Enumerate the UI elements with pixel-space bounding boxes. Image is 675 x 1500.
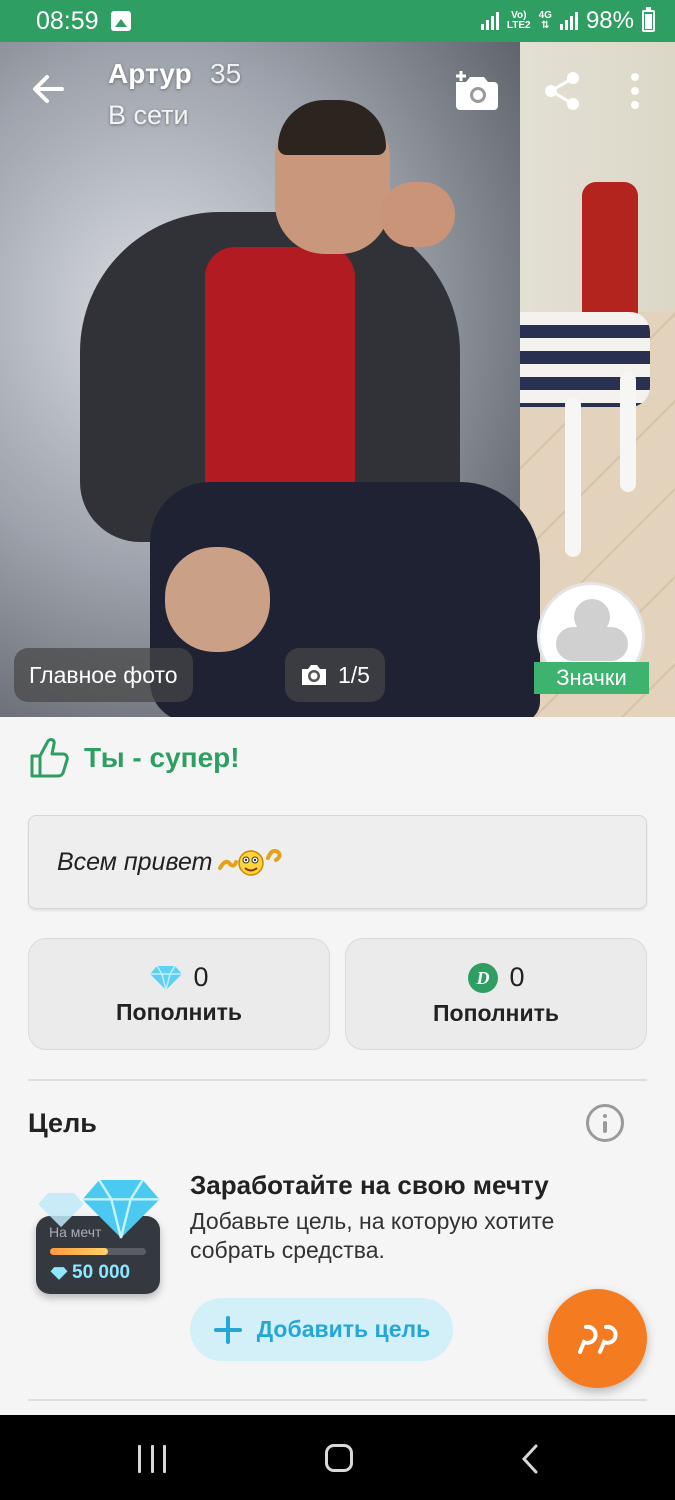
- photo-extinguisher: [582, 182, 638, 322]
- goal-card-progress-fill: [50, 1248, 108, 1255]
- network-type-indicator: 4G ⇅: [538, 10, 552, 31]
- goal-headline: Заработайте на свою мечту: [190, 1170, 549, 1200]
- back-arrow-icon[interactable]: [26, 66, 72, 112]
- volte-indicator: Vo) LTE2: [507, 11, 531, 31]
- camera-icon: [302, 665, 326, 685]
- badges-button[interactable]: Значки: [534, 582, 649, 694]
- goal-card-progress: [50, 1248, 146, 1255]
- online-status: В сети: [108, 100, 189, 130]
- diamond-icon: [150, 965, 183, 990]
- image-notification-icon: [110, 11, 131, 31]
- diamond-topup-label: Пополнить: [116, 999, 242, 1025]
- photo-counter[interactable]: 1/5: [285, 648, 385, 702]
- recent-apps-icon[interactable]: [138, 1445, 166, 1473]
- photo-chair-leg: [565, 397, 581, 557]
- status-bar: 08:59 Vo) LTE2 4G ⇅ 98%: [0, 0, 675, 42]
- coin-topup-label: Пополнить: [433, 999, 559, 1026]
- signal-icon-2: [559, 12, 578, 30]
- photo-chair-leg: [620, 372, 636, 492]
- coin-balance: D 0: [467, 962, 525, 994]
- big-diamond-icon: [82, 1179, 160, 1239]
- battery-icon: [642, 7, 655, 32]
- profile-top-bar: Артур 35 В сети: [0, 42, 675, 142]
- badges-label: Значки: [534, 662, 649, 694]
- more-options-icon[interactable]: [620, 70, 650, 112]
- compliment-fab[interactable]: [548, 1289, 647, 1388]
- battery-percent: 98%: [585, 7, 634, 34]
- compliment-row[interactable]: Ты - супер!: [28, 736, 240, 780]
- coin-balance-value: 0: [509, 962, 525, 992]
- photo-person-hand-face: [380, 182, 455, 247]
- nav-back-icon[interactable]: [518, 1443, 542, 1475]
- home-icon[interactable]: [325, 1444, 353, 1472]
- user-name: Артур: [108, 58, 192, 89]
- goal-card-amount-value: 50 000: [72, 1262, 131, 1283]
- svg-text:D: D: [476, 968, 490, 988]
- lte-label: LTE2: [506, 20, 531, 31]
- status-indicators: Vo) LTE2 4G ⇅ 98%: [480, 7, 655, 35]
- thumbs-up-icon: [30, 738, 69, 778]
- compliment-text: Ты - супер!: [84, 742, 240, 773]
- small-diamond-icon: [38, 1192, 84, 1228]
- diamond-balance-value: 0: [193, 962, 209, 992]
- quote-icon: [577, 1324, 618, 1354]
- info-icon[interactable]: [586, 1104, 624, 1142]
- section-divider: [28, 1399, 647, 1401]
- system-nav-bar: [0, 1415, 675, 1500]
- photo-person-hand: [165, 547, 270, 652]
- about-text: Всем привет: [57, 847, 213, 876]
- about-text-box: Всем привет: [28, 815, 647, 909]
- diamond-balance: 0: [149, 962, 209, 993]
- user-age: 35: [210, 58, 242, 89]
- add-photo-icon[interactable]: [452, 70, 500, 112]
- share-icon[interactable]: [542, 70, 582, 112]
- diamond-icon: [50, 1266, 68, 1280]
- section-divider: [28, 1079, 647, 1081]
- add-goal-button[interactable]: Добавить цель: [190, 1298, 453, 1361]
- diamond-wallet-button[interactable]: 0 Пополнить: [28, 938, 330, 1050]
- coin-wallet-button[interactable]: D 0 Пополнить: [345, 938, 647, 1050]
- goal-description: Добавьте цель, на которую хотите собрать…: [190, 1208, 555, 1263]
- signal-icon: [480, 12, 499, 30]
- photo-person-shirt: [205, 247, 355, 517]
- d-coin-icon: D: [468, 962, 499, 993]
- goal-card-amount: 50 000: [50, 1262, 130, 1284]
- main-photo-badge: Главное фото: [14, 648, 193, 702]
- status-time: 08:59: [36, 6, 99, 35]
- photo-counter-label: 1/5: [338, 661, 370, 688]
- add-goal-label: Добавить цель: [256, 1316, 431, 1342]
- goal-section-title: Цель: [28, 1108, 97, 1138]
- main-photo-label: Главное фото: [29, 661, 178, 688]
- emoji-waving-smile-icon: [218, 848, 282, 876]
- plus-icon: [213, 1315, 242, 1344]
